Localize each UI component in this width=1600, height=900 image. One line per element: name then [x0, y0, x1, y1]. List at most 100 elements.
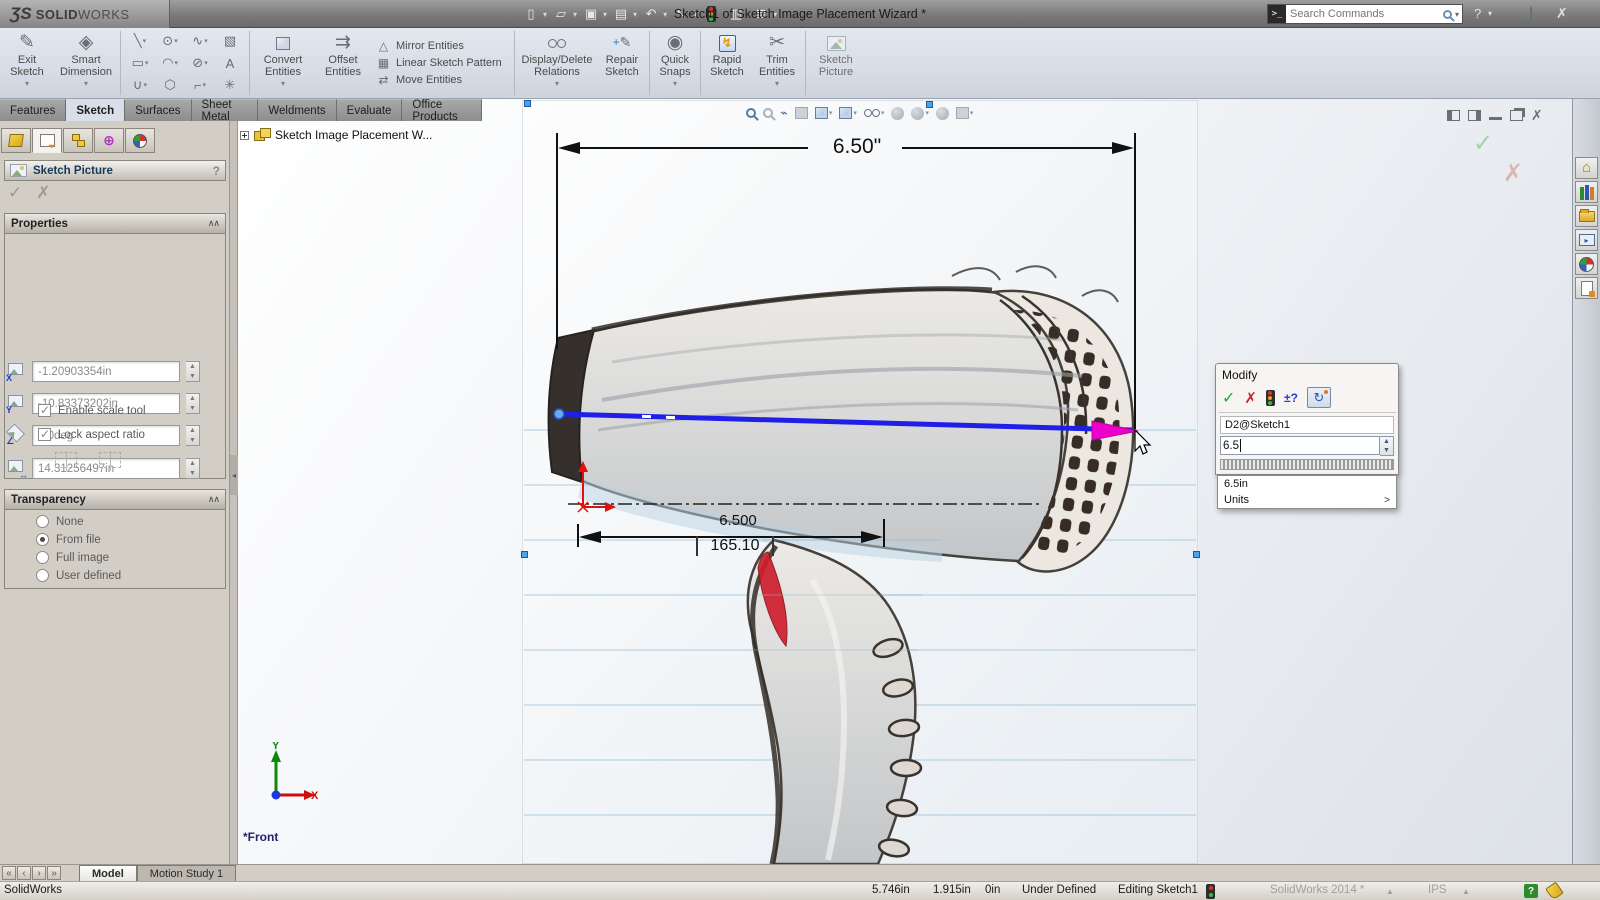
- dropdown-caret[interactable]: ▾: [204, 37, 208, 45]
- version-caret-icon[interactable]: ▲: [1386, 887, 1394, 896]
- lock-aspect-ratio-checkbox[interactable]: [38, 428, 51, 441]
- value-spinner[interactable]: ▲▼: [1380, 436, 1394, 456]
- appearances-button[interactable]: [1575, 253, 1598, 275]
- right-pane-toggle-icon[interactable]: [1468, 110, 1481, 121]
- dimxpert-manager-tab[interactable]: ⊕: [94, 128, 124, 153]
- convert-entities-button[interactable]: Convert Entities ▾: [252, 28, 314, 98]
- scroll-last-icon[interactable]: »: [47, 866, 61, 880]
- offset-entities-button[interactable]: ⇉ Offset Entities: [314, 28, 372, 98]
- dimension-value-input[interactable]: 6.5: [1220, 436, 1380, 455]
- restore-button[interactable]: [1530, 7, 1532, 21]
- properties-section-header[interactable]: Properties ∧∧: [5, 214, 225, 234]
- dropdown-caret[interactable]: ▾: [25, 78, 29, 87]
- doc-close-icon[interactable]: ✗: [1531, 107, 1543, 124]
- arc-tool[interactable]: ◠▾: [155, 53, 185, 74]
- transparency-userdefined-row[interactable]: User defined: [36, 569, 121, 582]
- doc-minimize-icon[interactable]: [1489, 111, 1502, 120]
- circle-tool[interactable]: ⊙▾: [155, 31, 185, 52]
- picture-handle-mid-right[interactable]: [1193, 551, 1200, 558]
- dropdown-caret[interactable]: ▾: [203, 81, 207, 89]
- picture-handle-mid-left[interactable]: [521, 551, 528, 558]
- home-tab-button[interactable]: ⌂: [1575, 157, 1598, 179]
- confirm-ok-ghost[interactable]: ✓: [1473, 129, 1493, 158]
- sketch-picture-button[interactable]: Sketch Picture: [808, 28, 864, 98]
- dimension-name-field[interactable]: D2@Sketch1: [1220, 416, 1394, 434]
- scroll-next-icon[interactable]: ›: [32, 866, 46, 880]
- units-caret-icon[interactable]: ▲: [1462, 887, 1470, 896]
- modify-dialog[interactable]: Modify ✓ ✗ ±? ↻ D2@Sketch1 6.5 ▲▼ 6.5in …: [1215, 363, 1399, 509]
- scroll-prev-icon[interactable]: ‹: [17, 866, 31, 880]
- quick-snaps-button[interactable]: ◉ Quick Snaps ▾: [652, 28, 698, 98]
- angle-spinner[interactable]: ▲▼: [186, 425, 200, 446]
- display-style-icon[interactable]: ▾: [839, 107, 857, 119]
- search-icon[interactable]: [1443, 10, 1452, 19]
- panel-cancel-icon[interactable]: ✗: [36, 183, 50, 203]
- tab-surfaces[interactable]: Surfaces: [125, 99, 191, 121]
- display-manager-tab[interactable]: [125, 128, 155, 153]
- tab-weldments[interactable]: Weldments: [258, 99, 336, 121]
- tab-evaluate[interactable]: Evaluate: [337, 99, 403, 121]
- fillet-tool[interactable]: ⌐▾: [185, 75, 215, 96]
- search-input[interactable]: [1286, 8, 1443, 20]
- smart-dimension-button[interactable]: ◈ Smart Dimension ▾: [54, 28, 118, 98]
- hide-show-items-icon[interactable]: ▾: [864, 109, 885, 117]
- lock-aspect-ratio-row[interactable]: Lock aspect ratio: [38, 428, 145, 441]
- enable-scale-tool-row[interactable]: Enable scale tool: [38, 404, 146, 417]
- toggle-driven-icon[interactable]: ±?: [1284, 391, 1298, 405]
- transparency-section-header[interactable]: Transparency ∧∧: [5, 490, 225, 510]
- appearance-icon[interactable]: ▾: [911, 107, 929, 120]
- rebuild-icon[interactable]: [1266, 390, 1275, 406]
- transparency-fullimage-radio[interactable]: [36, 551, 49, 564]
- search-scope-icon[interactable]: >_: [1268, 5, 1286, 23]
- dropdown-caret[interactable]: ▾: [84, 78, 88, 87]
- dropdown-caret[interactable]: ▾: [174, 59, 178, 67]
- slot-tool[interactable]: ∪▾: [125, 75, 155, 96]
- search-caret[interactable]: ▾: [1452, 10, 1462, 19]
- dropdown-caret[interactable]: ▾: [204, 59, 208, 67]
- zoom-area-icon[interactable]: [763, 108, 773, 118]
- file-explorer-button[interactable]: [1575, 205, 1598, 227]
- shadows-icon[interactable]: [891, 107, 904, 120]
- position-y-spinner[interactable]: ▲▼: [186, 393, 200, 414]
- point-tool[interactable]: ✳: [215, 75, 245, 96]
- feature-tree-item[interactable]: Sketch Image Placement W...: [240, 128, 432, 142]
- linear-pattern-button[interactable]: ▦Linear Sketch Pattern: [376, 56, 508, 70]
- dropdown-caret[interactable]: ▾: [143, 37, 147, 45]
- transparency-none-row[interactable]: None: [36, 515, 84, 528]
- status-help-icon[interactable]: ?: [1524, 884, 1538, 898]
- tab-office-products[interactable]: Office Products: [402, 99, 482, 121]
- feature-manager-tab[interactable]: [1, 128, 31, 153]
- flip-vertical-icon[interactable]: [99, 452, 121, 468]
- menu-item-units[interactable]: Units>: [1218, 492, 1396, 508]
- transparency-fromfile-radio[interactable]: [36, 533, 49, 546]
- close-button[interactable]: ✗: [1556, 5, 1568, 22]
- dropdown-caret[interactable]: ▾: [555, 78, 559, 87]
- doc-restore-icon[interactable]: [1510, 110, 1523, 121]
- design-library-button[interactable]: [1575, 181, 1598, 203]
- view-palette-button[interactable]: ▸: [1575, 229, 1598, 251]
- status-tag-icon[interactable]: [1545, 882, 1564, 900]
- panel-ok-icon[interactable]: ✓: [8, 183, 22, 203]
- rapid-sketch-button[interactable]: ↯ Rapid Sketch: [703, 28, 751, 98]
- view-orientation-icon[interactable]: ▾: [815, 107, 833, 119]
- line-tool[interactable]: ╲▾: [125, 31, 155, 52]
- panel-help-icon[interactable]: ?: [213, 164, 220, 178]
- sketch-picture-image[interactable]: [522, 100, 1198, 864]
- tab-features[interactable]: Features: [0, 99, 66, 121]
- polygon-tool[interactable]: ⬡: [155, 75, 185, 96]
- tab-sheet-metal[interactable]: Sheet Metal: [192, 99, 259, 121]
- configuration-manager-tab[interactable]: [63, 128, 93, 153]
- scene-icon[interactable]: [936, 107, 949, 120]
- text-tool[interactable]: A: [215, 53, 245, 74]
- transparency-none-radio[interactable]: [36, 515, 49, 528]
- exit-sketch-button[interactable]: ✎ Exit Sketch ▾: [0, 28, 54, 98]
- custom-properties-button[interactable]: [1575, 277, 1598, 299]
- mirror-entities-button[interactable]: △Mirror Entities: [376, 39, 508, 53]
- status-rebuild-icon[interactable]: [1206, 884, 1215, 899]
- spline-tool[interactable]: ∿▾: [185, 31, 215, 52]
- trim-entities-button[interactable]: ✂ Trim Entities ▾: [751, 28, 803, 98]
- transparency-fromfile-row[interactable]: From file: [36, 533, 101, 546]
- scroll-first-icon[interactable]: «: [2, 866, 16, 880]
- confirm-cancel-ghost[interactable]: ✗: [1503, 159, 1523, 188]
- top-dimension-text[interactable]: 6.50": [815, 135, 899, 159]
